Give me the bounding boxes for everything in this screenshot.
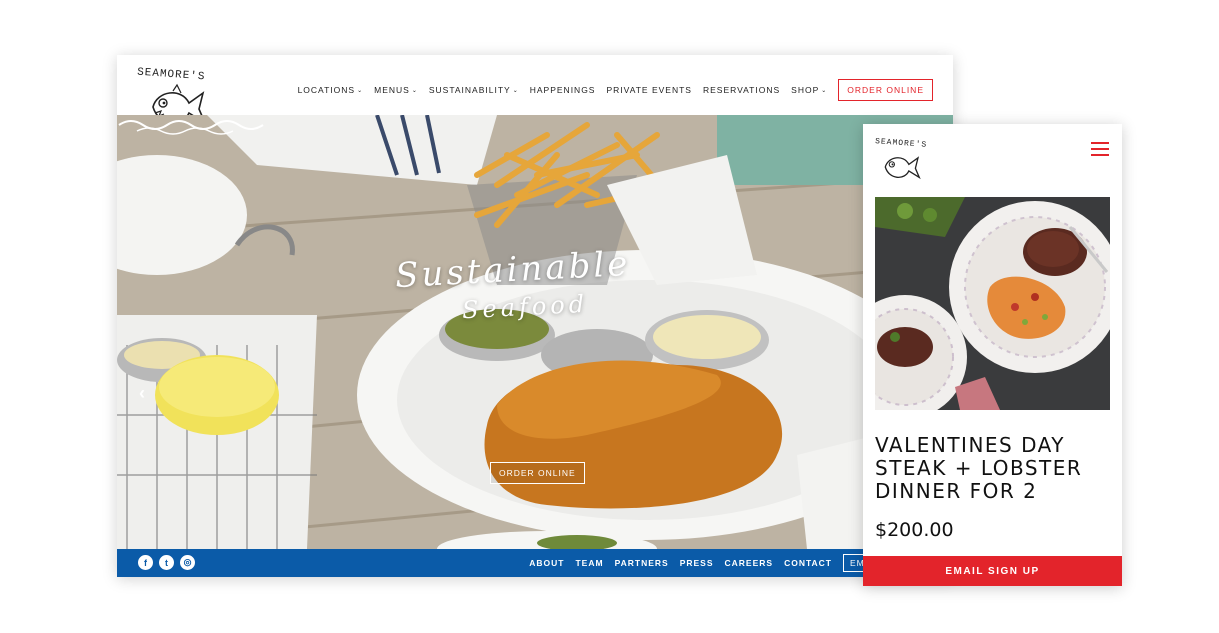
- hamburger-menu-icon[interactable]: [1091, 142, 1109, 156]
- nav-item-sustainability[interactable]: SUSTAINABILITY ⌄: [429, 85, 519, 95]
- main-nav: LOCATIONS ⌄ MENUS ⌄ SUSTAINABILITY ⌄ HAPPENING…: [287, 79, 933, 101]
- social-links: f t ◎: [138, 555, 201, 570]
- footer-link-team[interactable]: TEAM: [575, 558, 603, 568]
- facebook-icon[interactable]: f: [138, 555, 153, 570]
- hero-order-online-button[interactable]: ORDER ONLINE: [490, 462, 585, 484]
- footer-link-press[interactable]: PRESS: [680, 558, 714, 568]
- nav-item-happenings[interactable]: HAPPENINGS: [530, 85, 596, 95]
- footer-nav: ABOUT TEAM PARTNERS PRESS CAREERS CONTACT: [518, 558, 832, 568]
- footer-link-contact[interactable]: CONTACT: [784, 558, 832, 568]
- nav-item-reservations[interactable]: RESERVATIONS: [703, 85, 780, 95]
- nav-item-label: SHOP: [791, 85, 820, 95]
- mobile-mockup: SEAMORE'S VALENTINES DAY STEAK + LOBSTER…: [863, 124, 1122, 586]
- product-photo: [875, 197, 1110, 410]
- nav-item-locations[interactable]: LOCATIONS ⌄: [298, 85, 364, 95]
- email-signup-button[interactable]: EMAIL SIGN UP: [863, 556, 1122, 586]
- waves-icon: [118, 120, 264, 135]
- nav-item-label: RESERVATIONS: [702, 85, 781, 95]
- carousel-prev-arrow-icon[interactable]: ‹: [139, 383, 145, 404]
- desktop-mockup: SEAMORE'S LOCATIONS ⌄ MENUS ⌄ SUSTAINABILITY…: [117, 55, 953, 577]
- desktop-header: SEAMORE'S LOCATIONS ⌄ MENUS ⌄ SUSTAINABILITY…: [117, 55, 953, 126]
- chevron-down-icon: ⌄: [411, 87, 418, 94]
- chevron-down-icon: ⌄: [821, 87, 828, 94]
- product-price: $200.00: [875, 519, 954, 541]
- nav-item-label: LOCATIONS: [297, 85, 356, 95]
- product-title: VALENTINES DAY STEAK + LOBSTER DINNER FO…: [875, 433, 1083, 503]
- order-online-button[interactable]: ORDER ONLINE: [838, 79, 933, 101]
- nav-item-shop[interactable]: SHOP ⌄: [791, 85, 827, 95]
- footer-link-partners[interactable]: PARTNERS: [615, 558, 669, 568]
- nav-item-label: MENUS: [374, 85, 410, 95]
- instagram-icon[interactable]: ◎: [180, 555, 195, 570]
- desktop-footer: f t ◎ ABOUT TEAM PARTNERS PRESS CAREERS CONTACT…: [117, 549, 953, 577]
- nav-item-menus[interactable]: MENUS ⌄: [374, 85, 418, 95]
- mobile-fish-logo-icon[interactable]: [881, 150, 921, 184]
- hero-banner: Sustainable Seafood ORDER ONLINE ‹: [117, 115, 953, 549]
- nav-item-label: SUSTAINABILITY: [428, 85, 511, 95]
- nav-item-private-events[interactable]: PRIVATE EVENTS: [606, 85, 691, 95]
- nav-item-label: PRIVATE EVENTS: [606, 85, 692, 95]
- nav-item-label: HAPPENINGS: [529, 85, 596, 95]
- twitter-icon[interactable]: t: [159, 555, 174, 570]
- chevron-down-icon: ⌄: [357, 87, 364, 94]
- footer-link-about[interactable]: ABOUT: [529, 558, 564, 568]
- mobile-logo-wordmark: SEAMORE'S: [874, 137, 928, 150]
- footer-link-careers[interactable]: CAREERS: [725, 558, 774, 568]
- chevron-down-icon: ⌄: [512, 87, 519, 94]
